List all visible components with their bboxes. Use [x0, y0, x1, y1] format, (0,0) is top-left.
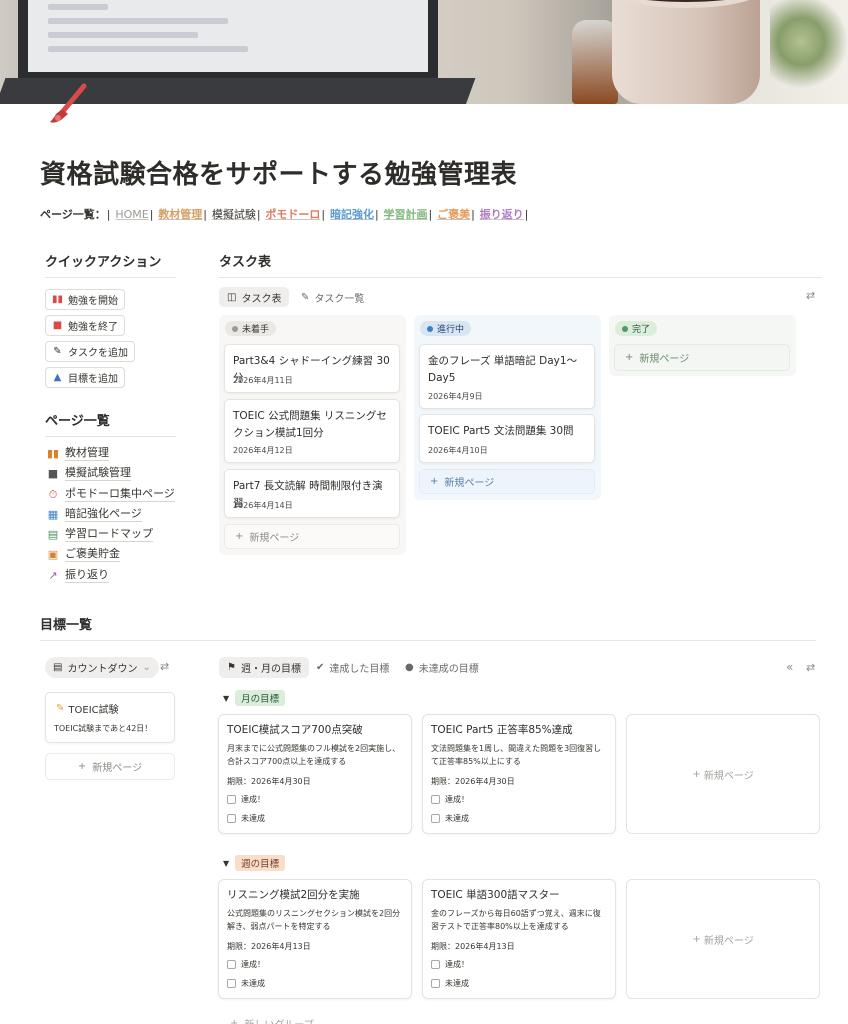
- check-circle-icon: ✔: [316, 662, 325, 673]
- tab-task-list[interactable]: ✎ タスク一覧: [293, 287, 372, 307]
- add-goal-button[interactable]: ▲ 目標を追加: [45, 367, 125, 388]
- achieved-checkbox[interactable]: 達成！: [431, 959, 469, 970]
- flag-climber-icon: ▲: [53, 372, 62, 383]
- countdown-card[interactable]: ✎ TOEIC試験 TOEIC試験まであと42日！: [45, 692, 175, 743]
- goal-card[interactable]: TOEIC模試スコア700点突破 月末までに公式問題集のフル模試を2回実施し、合…: [218, 714, 412, 834]
- gift-icon: ▣: [47, 547, 59, 561]
- book-icon: ▮▮: [52, 294, 64, 305]
- task-card[interactable]: Part7 長文読解 時間制限付き演習 2026年4月14日: [224, 469, 400, 518]
- collapse-icon[interactable]: «: [786, 660, 793, 674]
- plus-icon: +: [430, 476, 439, 487]
- task-board-heading: タスク表: [219, 255, 272, 270]
- toggle-triangle-icon: ▼: [223, 693, 230, 703]
- plus-icon: +: [692, 933, 704, 945]
- goal-card[interactable]: リスニング模試2回分を実施 公式問題集のリスニングセクション模試を2回分解き、弱…: [218, 879, 412, 999]
- filter-settings-icon[interactable]: ⇄: [806, 289, 815, 302]
- nav-link-memorize[interactable]: 暗記強化: [330, 208, 374, 221]
- paintbrush-icon[interactable]: [44, 82, 90, 126]
- cards-icon: ▦: [47, 507, 59, 521]
- unachieved-checkbox[interactable]: 未達成: [227, 978, 265, 989]
- unachieved-checkbox[interactable]: 未達成: [431, 813, 469, 824]
- filter-settings-icon[interactable]: ⇄: [160, 660, 169, 673]
- unachieved-checkbox[interactable]: 未達成: [431, 978, 469, 989]
- closed-book-icon: ■: [52, 320, 63, 331]
- status-badge-in-progress: 進行中: [420, 321, 472, 336]
- task-card[interactable]: Part3&4 シャドーイング練習 30分 2026年4月11日: [224, 344, 400, 393]
- board-view-icon: ◫: [227, 291, 237, 303]
- task-card[interactable]: TOEIC Part5 文法問題集 30問 2026年4月10日: [419, 414, 595, 463]
- new-page-button[interactable]: + 新規ページ: [45, 753, 175, 780]
- flag-icon: ⚑: [227, 662, 236, 673]
- new-page-button[interactable]: + 新規ページ: [626, 879, 820, 999]
- calendar-icon: ▤: [53, 662, 63, 673]
- page-title: 資格試験合格をサポートする勉強管理表: [40, 160, 518, 190]
- quick-actions-heading: クイックアクション: [45, 255, 162, 270]
- tab-task-board[interactable]: ◫ タスク表: [219, 287, 290, 307]
- page-list-heading: ページ一覧: [45, 414, 110, 429]
- mug-illustration: [612, 0, 760, 104]
- nav-link-materials[interactable]: 教材管理: [158, 208, 202, 221]
- new-page-button[interactable]: + 新規ページ: [626, 714, 820, 834]
- plus-icon: +: [230, 1018, 239, 1024]
- nav-prefix: ページ一覧：: [40, 208, 106, 221]
- tab-achieved-goals[interactable]: ✔ 達成した目標: [308, 657, 397, 678]
- achieved-checkbox[interactable]: 達成！: [227, 959, 265, 970]
- page-list-item-mock-exam[interactable]: ■ 模擬試験管理: [47, 466, 131, 481]
- task-card[interactable]: TOEIC 公式問題集 リスニングセクション模試1回分 2026年4月12日: [224, 399, 400, 463]
- unachieved-checkbox[interactable]: 未達成: [227, 813, 265, 824]
- page-nav: ページ一覧：| HOME| 教材管理| 模擬試験| ポモドーロ| 暗記強化| 学…: [40, 208, 529, 221]
- plus-icon: +: [692, 768, 704, 780]
- nav-link-review[interactable]: 振り返り: [480, 208, 524, 221]
- laptop-illustration: [18, 0, 438, 82]
- map-icon: ▤: [47, 527, 59, 541]
- group-header-weekly[interactable]: ▼ 週の目標: [223, 855, 286, 871]
- status-badge-done: 完了: [615, 321, 658, 336]
- nav-link-reward[interactable]: ご褒美: [437, 208, 470, 221]
- edit-icon: ✎: [301, 291, 310, 303]
- nav-link-plan[interactable]: 学習計画: [384, 208, 428, 221]
- document-icon: ■: [47, 466, 59, 480]
- nav-link-mock-exam[interactable]: 模擬試験: [212, 208, 256, 221]
- plus-icon: +: [235, 531, 244, 542]
- goals-heading: 目標一覧: [40, 618, 93, 633]
- books-icon: ▮▮: [47, 446, 60, 460]
- page-list-item-roadmap[interactable]: ▤ 学習ロードマップ: [47, 527, 153, 542]
- new-page-button[interactable]: + 新規ページ: [419, 469, 595, 494]
- task-card[interactable]: 金のフレーズ 単語暗記 Day1～Day5 2026年4月9日: [419, 344, 595, 409]
- new-page-button[interactable]: + 新規ページ: [224, 524, 400, 549]
- start-study-button[interactable]: ▮▮ 勉強を開始: [45, 289, 125, 310]
- plant-illustration: [770, 0, 848, 104]
- toggle-triangle-icon: ▼: [223, 858, 230, 868]
- tab-weekly-monthly-goals[interactable]: ⚑ 週・月の目標: [219, 657, 309, 678]
- pencil-icon: ✎: [56, 703, 65, 714]
- nav-link-pomodoro[interactable]: ポモドーロ: [265, 208, 320, 221]
- group-header-monthly[interactable]: ▼ 月の目標: [223, 690, 286, 706]
- page-list-item-materials[interactable]: ▮▮ 教材管理: [47, 446, 109, 461]
- goal-card[interactable]: TOEIC Part5 正答率85%達成 文法問題集を1周し、間違えた問題を3回…: [422, 714, 616, 834]
- chart-icon: ↗: [48, 568, 58, 582]
- circle-icon: ●: [405, 662, 414, 673]
- stopwatch-icon: ⏱: [48, 487, 58, 501]
- nav-link-home[interactable]: HOME: [115, 208, 148, 221]
- chevron-down-icon: ⌄: [142, 662, 151, 673]
- status-badge-not-started: 未着手: [225, 321, 277, 336]
- plus-icon: +: [625, 352, 634, 363]
- page-list-item-review[interactable]: ↗ 振り返り: [47, 568, 109, 583]
- new-group-button[interactable]: +新しいグループ: [230, 1016, 314, 1024]
- add-task-button[interactable]: ✎ タスクを追加: [45, 341, 135, 362]
- page-list-item-memorize[interactable]: ▦ 暗記強化ページ: [47, 507, 142, 522]
- end-study-button[interactable]: ■ 勉強を終了: [45, 315, 125, 336]
- page-list-item-pomodoro[interactable]: ⏱ ポモドーロ集中ページ: [47, 487, 175, 502]
- plus-icon: +: [77, 761, 87, 772]
- filter-settings-icon[interactable]: ⇄: [806, 661, 815, 674]
- cover-image: [0, 0, 848, 104]
- page-list-item-reward[interactable]: ▣ ご褒美貯金: [47, 547, 120, 562]
- achieved-checkbox[interactable]: 達成！: [431, 794, 469, 805]
- achieved-checkbox[interactable]: 達成！: [227, 794, 265, 805]
- new-page-button[interactable]: + 新規ページ: [614, 344, 790, 371]
- goal-card[interactable]: TOEIC 単語300語マスター 金のフレーズから毎日60語ずつ覚え、週末に復習…: [422, 879, 616, 999]
- tab-unachieved-goals[interactable]: ● 未達成の目標: [397, 657, 487, 678]
- edit-icon: ✎: [53, 346, 62, 357]
- countdown-view-select[interactable]: ▤ カウントダウン ⌄: [45, 657, 159, 678]
